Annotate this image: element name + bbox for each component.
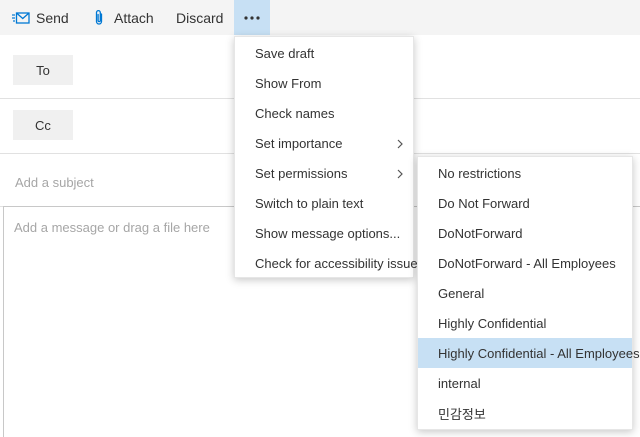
menu-item-set-importance[interactable]: Set importance	[235, 128, 413, 158]
menu-item-set-permissions[interactable]: Set permissions	[235, 158, 413, 188]
menu-item-save-draft[interactable]: Save draft	[235, 38, 413, 68]
chevron-right-icon	[397, 167, 403, 182]
cc-button[interactable]: Cc	[13, 110, 73, 140]
submenu-item-label: General	[438, 285, 485, 301]
send-button[interactable]: Send	[12, 0, 69, 35]
submenu-item-label: 민감정보	[438, 406, 486, 422]
permission-general[interactable]: General	[418, 278, 632, 308]
permission-donotforward-all-employees[interactable]: DoNotForward - All Employees	[418, 248, 632, 278]
permission-internal[interactable]: internal	[418, 368, 632, 398]
menu-item-label: Show message options...	[255, 225, 401, 241]
subject-placeholder: Add a subject	[15, 174, 94, 190]
permission-highly-confidential[interactable]: Highly Confidential	[418, 308, 632, 338]
to-button[interactable]: To	[13, 55, 73, 85]
more-actions-button[interactable]	[234, 0, 270, 35]
attach-button[interactable]: Attach	[94, 0, 154, 35]
permission-donotforward[interactable]: DoNotForward	[418, 218, 632, 248]
discard-label: Discard	[176, 9, 224, 26]
send-icon	[12, 11, 30, 25]
ellipsis-icon	[244, 15, 260, 20]
more-actions-menu: Save draft Show From Check names Set imp…	[234, 36, 424, 278]
permission-sensitive-info[interactable]: 민감정보	[418, 398, 632, 428]
submenu-item-label: Highly Confidential	[438, 315, 547, 331]
permission-do-not-forward[interactable]: Do Not Forward	[418, 188, 632, 218]
submenu-item-label: Do Not Forward	[438, 195, 530, 211]
chevron-right-icon	[397, 137, 403, 152]
menu-item-label: Set importance	[255, 135, 343, 151]
permission-no-restrictions[interactable]: No restrictions	[418, 158, 632, 188]
menu-item-label: Show From	[255, 75, 322, 91]
menu-item-message-options[interactable]: Show message options...	[235, 218, 413, 248]
menu-item-show-from[interactable]: Show From	[235, 68, 413, 98]
menu-item-label: Set permissions	[255, 165, 348, 181]
submenu-item-label: DoNotForward	[438, 225, 523, 241]
menu-item-label: Check for accessibility issues	[255, 255, 425, 271]
menu-item-label: Save draft	[255, 45, 315, 61]
menu-item-label: Check names	[255, 105, 335, 121]
compose-toolbar: Send Attach Discard	[0, 0, 640, 35]
send-label: Send	[36, 9, 69, 26]
permissions-submenu: No restrictions Do Not Forward DoNotForw…	[417, 156, 640, 430]
permission-highly-confidential-all-employees[interactable]: Highly Confidential - All Employees	[418, 338, 640, 368]
submenu-item-label: No restrictions	[438, 165, 522, 181]
cc-label: Cc	[35, 117, 51, 133]
to-label: To	[36, 62, 50, 78]
paperclip-icon	[94, 9, 104, 26]
message-body-placeholder: Add a message or drag a file here	[14, 220, 210, 235]
menu-item-check-names[interactable]: Check names	[235, 98, 413, 128]
discard-button[interactable]: Discard	[176, 0, 223, 35]
attach-label: Attach	[114, 9, 154, 26]
submenu-item-label: internal	[438, 375, 481, 391]
menu-item-switch-plain-text[interactable]: Switch to plain text	[235, 188, 413, 218]
menu-item-label: Switch to plain text	[255, 195, 364, 211]
submenu-item-label: DoNotForward - All Employees	[438, 255, 616, 271]
submenu-item-label: Highly Confidential - All Employees	[438, 345, 640, 361]
menu-item-accessibility-check[interactable]: Check for accessibility issues	[235, 248, 424, 278]
